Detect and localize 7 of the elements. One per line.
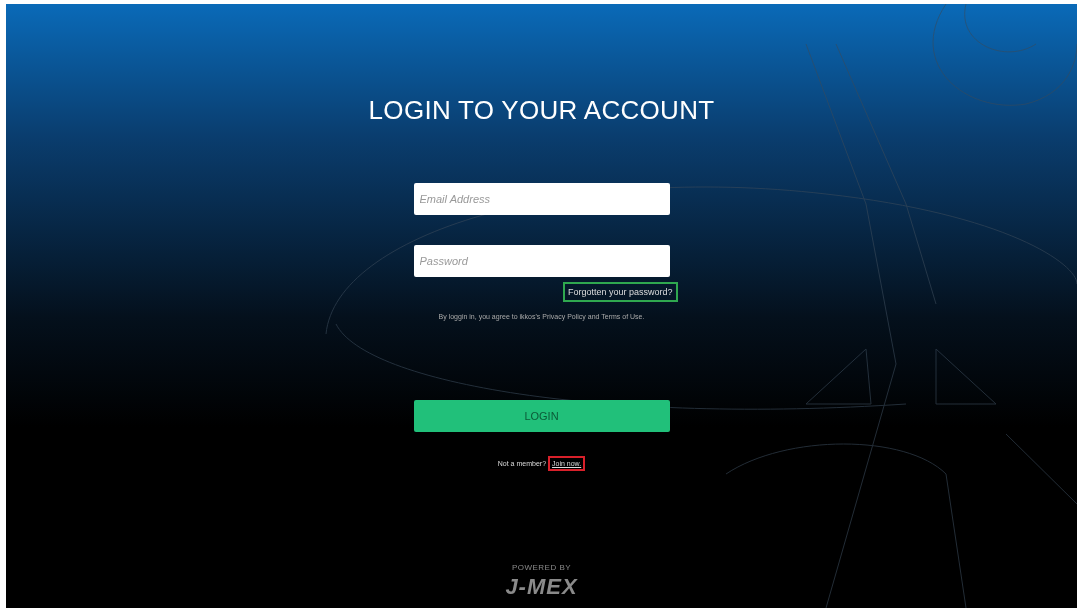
page-title: LOGIN TO YOUR ACCOUNT bbox=[368, 95, 715, 126]
forgot-password-link[interactable]: Forgotten your password? bbox=[562, 282, 678, 302]
brand-logo: J-MEX bbox=[505, 574, 578, 600]
login-button[interactable]: LOGIN bbox=[413, 400, 670, 432]
powered-by-text: POWERED BY bbox=[511, 563, 572, 572]
email-field[interactable]: Email Address bbox=[413, 183, 670, 215]
password-field[interactable]: Password bbox=[413, 245, 670, 277]
